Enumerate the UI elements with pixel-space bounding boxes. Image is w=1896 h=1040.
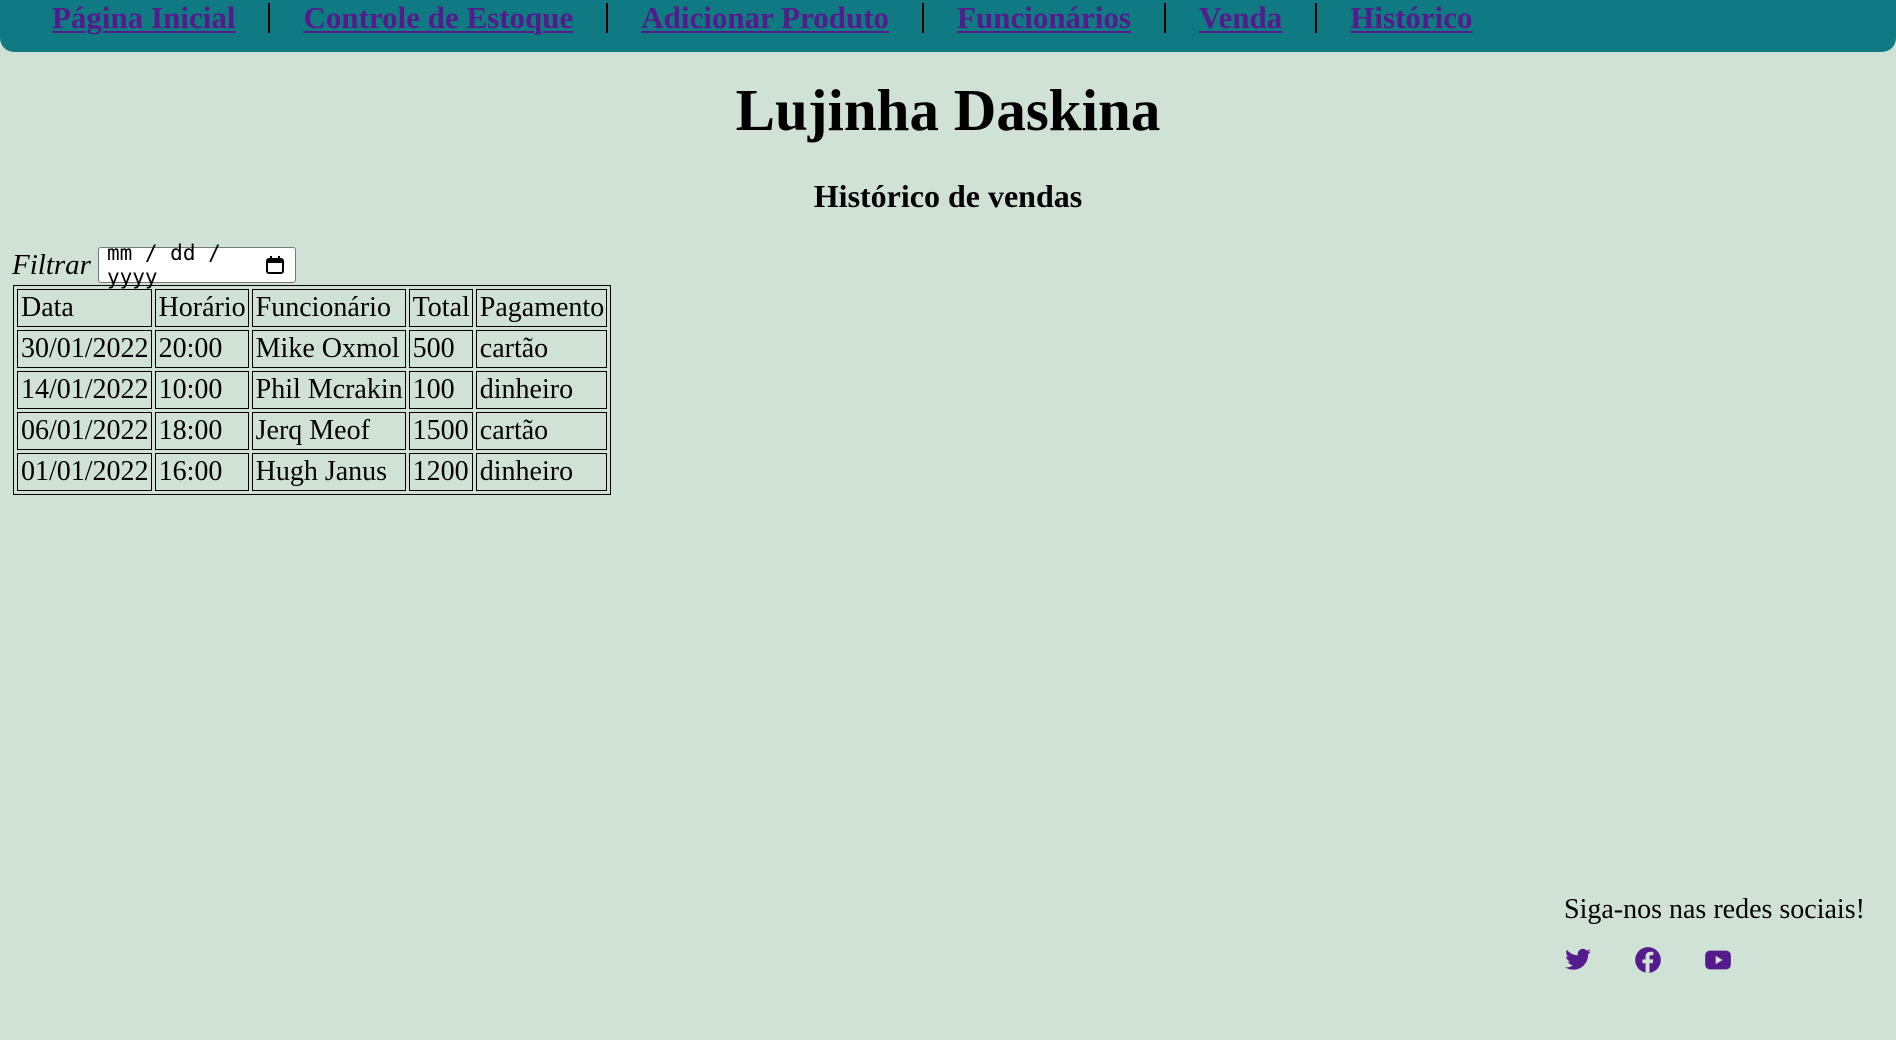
navbar: Página Inicial Controle de Estoque Adici… <box>0 0 1896 52</box>
site-title: Lujinha Daskina <box>735 77 1161 143</box>
cell-total: 1200 <box>408 453 473 491</box>
nav-link-adicionar-produto[interactable]: Adicionar Produto <box>641 0 889 36</box>
cell-data: 01/01/2022 <box>17 453 152 491</box>
nav-item-pagina-inicial: Página Inicial <box>52 0 235 36</box>
filter-bar: Filtrar mm / dd / yyyy <box>12 241 296 289</box>
table-row: 30/01/2022 20:00 Mike Oxmol 500 cartão <box>17 330 608 368</box>
filter-label: Filtrar <box>12 248 91 281</box>
column-header-data: Data <box>17 289 152 327</box>
nav-divider <box>268 3 271 33</box>
column-header-total: Total <box>408 289 473 327</box>
date-filter-input[interactable]: mm / dd / yyyy <box>97 241 296 289</box>
nav-link-venda[interactable]: Venda <box>1199 0 1282 36</box>
nav-divider <box>1315 3 1318 33</box>
footer: Siga-nos nas redes sociais! <box>1564 890 1884 974</box>
cell-total: 100 <box>408 371 473 409</box>
youtube-icon[interactable] <box>1704 946 1732 974</box>
nav-link-pagina-inicial[interactable]: Página Inicial <box>52 0 235 36</box>
table-row: 14/01/2022 10:00 Phil Mcrakin 100 dinhei… <box>17 371 608 409</box>
cell-funcionario: Jerq Meof <box>251 412 406 450</box>
table-header-row: Data Horário Funcionário Total Pagamento <box>17 289 608 327</box>
cell-funcionario: Mike Oxmol <box>251 330 406 368</box>
footer-social-text: Siga-nos nas redes sociais! <box>1564 894 1865 925</box>
nav-divider <box>1164 3 1166 33</box>
date-input-placeholder: mm / dd / yyyy <box>106 241 221 289</box>
cell-total: 500 <box>408 330 473 368</box>
cell-total: 1500 <box>408 412 473 450</box>
page-title: Histórico de vendas <box>813 178 1083 214</box>
cell-pagamento: dinheiro <box>475 371 608 409</box>
cell-pagamento: cartão <box>475 330 608 368</box>
nav-item-historico: Histórico <box>1282 0 1473 36</box>
cell-pagamento: dinheiro <box>475 453 608 491</box>
nav-item-funcionarios: Funcionários <box>889 0 1131 36</box>
cell-horario: 16:00 <box>154 453 249 491</box>
cell-data: 06/01/2022 <box>17 412 152 450</box>
cell-horario: 18:00 <box>154 412 249 450</box>
cell-funcionario: Phil Mcrakin <box>251 371 406 409</box>
twitter-icon[interactable] <box>1564 946 1592 974</box>
table-row: 06/01/2022 18:00 Jerq Meof 1500 cartão <box>17 412 608 450</box>
nav-divider <box>606 3 609 33</box>
nav-item-venda: Venda <box>1131 0 1282 36</box>
cell-horario: 10:00 <box>154 371 249 409</box>
cell-data: 30/01/2022 <box>17 330 152 368</box>
column-header-funcionario: Funcionário <box>251 289 406 327</box>
cell-funcionario: Hugh Janus <box>251 453 406 491</box>
nav-menu: Página Inicial Controle de Estoque Adici… <box>52 0 1473 36</box>
cell-data: 14/01/2022 <box>17 371 152 409</box>
nav-item-controle-estoque: Controle de Estoque <box>235 0 573 36</box>
calendar-icon[interactable] <box>265 255 285 275</box>
nav-divider <box>922 3 925 33</box>
sales-history-table: Data Horário Funcionário Total Pagamento… <box>13 285 612 495</box>
nav-link-historico[interactable]: Histórico <box>1350 0 1472 36</box>
table-row: 01/01/2022 16:00 Hugh Janus 1200 dinheir… <box>17 453 608 491</box>
nav-link-funcionarios[interactable]: Funcionários <box>957 0 1131 36</box>
social-links <box>1564 946 1884 974</box>
nav-item-adicionar-produto: Adicionar Produto <box>573 0 889 36</box>
cell-pagamento: cartão <box>475 412 608 450</box>
facebook-icon[interactable] <box>1634 946 1662 974</box>
column-header-pagamento: Pagamento <box>475 289 608 327</box>
nav-link-controle-estoque[interactable]: Controle de Estoque <box>303 0 573 36</box>
cell-horario: 20:00 <box>154 330 249 368</box>
column-header-horario: Horário <box>154 289 249 327</box>
